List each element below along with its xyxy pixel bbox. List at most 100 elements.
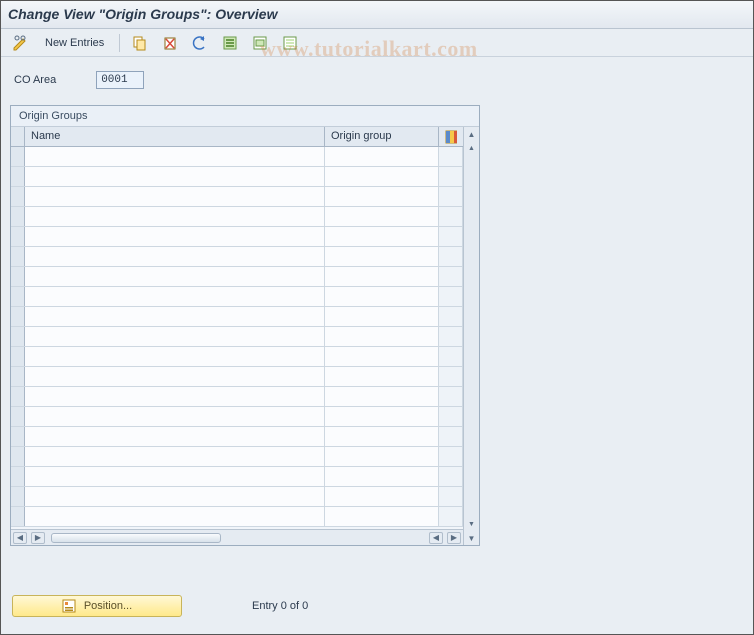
row-selector[interactable]: [11, 467, 25, 486]
cell-name[interactable]: [25, 187, 325, 206]
table-row[interactable]: [11, 267, 463, 287]
cell-origin-group[interactable]: [325, 207, 439, 226]
cell-origin-group[interactable]: [325, 347, 439, 366]
copy-button[interactable]: [128, 33, 152, 53]
cell-name[interactable]: [25, 147, 325, 166]
cell-name[interactable]: [25, 347, 325, 366]
table-row[interactable]: [11, 247, 463, 267]
cell-name[interactable]: [25, 167, 325, 186]
cell-name[interactable]: [25, 407, 325, 426]
cell-name[interactable]: [25, 307, 325, 326]
cell-name[interactable]: [25, 327, 325, 346]
cell-name[interactable]: [25, 487, 325, 506]
row-selector[interactable]: [11, 287, 25, 306]
row-selector[interactable]: [11, 367, 25, 386]
table-row[interactable]: [11, 387, 463, 407]
cell-origin-group[interactable]: [325, 147, 439, 166]
row-selector[interactable]: [11, 427, 25, 446]
table-row[interactable]: [11, 407, 463, 427]
scroll-right-step-icon[interactable]: ▶: [31, 532, 45, 544]
cell-origin-group[interactable]: [325, 507, 439, 526]
delete-button[interactable]: [158, 33, 182, 53]
cell-name[interactable]: [25, 427, 325, 446]
row-selector[interactable]: [11, 447, 25, 466]
column-header-origin-group[interactable]: Origin group: [325, 127, 439, 146]
row-selector[interactable]: [11, 267, 25, 286]
row-selector[interactable]: [11, 147, 25, 166]
cell-name[interactable]: [25, 507, 325, 526]
row-selector[interactable]: [11, 187, 25, 206]
cell-name[interactable]: [25, 227, 325, 246]
undo-button[interactable]: [188, 33, 212, 53]
table-row[interactable]: [11, 487, 463, 507]
co-area-field[interactable]: [96, 71, 144, 89]
table-row[interactable]: [11, 427, 463, 447]
toggle-display-change-button[interactable]: [8, 33, 32, 53]
cell-origin-group[interactable]: [325, 227, 439, 246]
cell-origin-group[interactable]: [325, 187, 439, 206]
cell-origin-group[interactable]: [325, 167, 439, 186]
row-selector[interactable]: [11, 407, 25, 426]
row-selector[interactable]: [11, 327, 25, 346]
cell-origin-group[interactable]: [325, 267, 439, 286]
cell-origin-group[interactable]: [325, 487, 439, 506]
table-row[interactable]: [11, 287, 463, 307]
column-config-button[interactable]: [439, 127, 463, 146]
table-row[interactable]: [11, 307, 463, 327]
scroll-up-step-icon[interactable]: ▲: [466, 141, 478, 155]
scroll-left-icon[interactable]: ◀: [13, 532, 27, 544]
table-row[interactable]: [11, 507, 463, 527]
position-button[interactable]: Position...: [12, 595, 182, 617]
cell-origin-group[interactable]: [325, 387, 439, 406]
table-row[interactable]: [11, 227, 463, 247]
cell-name[interactable]: [25, 287, 325, 306]
cell-name[interactable]: [25, 447, 325, 466]
scroll-up-icon[interactable]: ▲: [466, 127, 478, 141]
row-selector[interactable]: [11, 207, 25, 226]
cell-origin-group[interactable]: [325, 427, 439, 446]
cell-origin-group[interactable]: [325, 367, 439, 386]
scroll-down-icon[interactable]: ▼: [466, 531, 478, 545]
cell-name[interactable]: [25, 247, 325, 266]
scroll-left-step-icon[interactable]: ◀: [429, 532, 443, 544]
select-all-button[interactable]: [218, 33, 242, 53]
row-selector[interactable]: [11, 487, 25, 506]
cell-origin-group[interactable]: [325, 447, 439, 466]
cell-origin-group[interactable]: [325, 467, 439, 486]
row-selector-header[interactable]: [11, 127, 25, 146]
table-row[interactable]: [11, 327, 463, 347]
cell-name[interactable]: [25, 467, 325, 486]
table-row[interactable]: [11, 167, 463, 187]
row-selector[interactable]: [11, 227, 25, 246]
row-selector[interactable]: [11, 387, 25, 406]
new-entries-button[interactable]: New Entries: [38, 33, 111, 53]
column-header-name[interactable]: Name: [25, 127, 325, 146]
horizontal-scrollbar[interactable]: ◀ ▶ ◀ ▶: [11, 529, 463, 545]
hscroll-thumb[interactable]: [51, 533, 221, 543]
table-row[interactable]: [11, 447, 463, 467]
table-row[interactable]: [11, 187, 463, 207]
row-selector[interactable]: [11, 307, 25, 326]
cell-origin-group[interactable]: [325, 247, 439, 266]
cell-origin-group[interactable]: [325, 287, 439, 306]
scroll-right-icon[interactable]: ▶: [447, 532, 461, 544]
vertical-scrollbar[interactable]: ▲ ▲ ▼ ▼: [463, 127, 479, 545]
cell-origin-group[interactable]: [325, 407, 439, 426]
table-row[interactable]: [11, 467, 463, 487]
deselect-all-button[interactable]: [278, 33, 302, 53]
table-row[interactable]: [11, 147, 463, 167]
cell-origin-group[interactable]: [325, 307, 439, 326]
cell-name[interactable]: [25, 367, 325, 386]
table-row[interactable]: [11, 347, 463, 367]
table-row[interactable]: [11, 207, 463, 227]
cell-origin-group[interactable]: [325, 327, 439, 346]
cell-name[interactable]: [25, 207, 325, 226]
cell-name[interactable]: [25, 387, 325, 406]
select-block-button[interactable]: [248, 33, 272, 53]
row-selector[interactable]: [11, 347, 25, 366]
table-row[interactable]: [11, 367, 463, 387]
row-selector[interactable]: [11, 507, 25, 526]
cell-name[interactable]: [25, 267, 325, 286]
row-selector[interactable]: [11, 247, 25, 266]
scroll-down-step-icon[interactable]: ▼: [466, 517, 478, 531]
